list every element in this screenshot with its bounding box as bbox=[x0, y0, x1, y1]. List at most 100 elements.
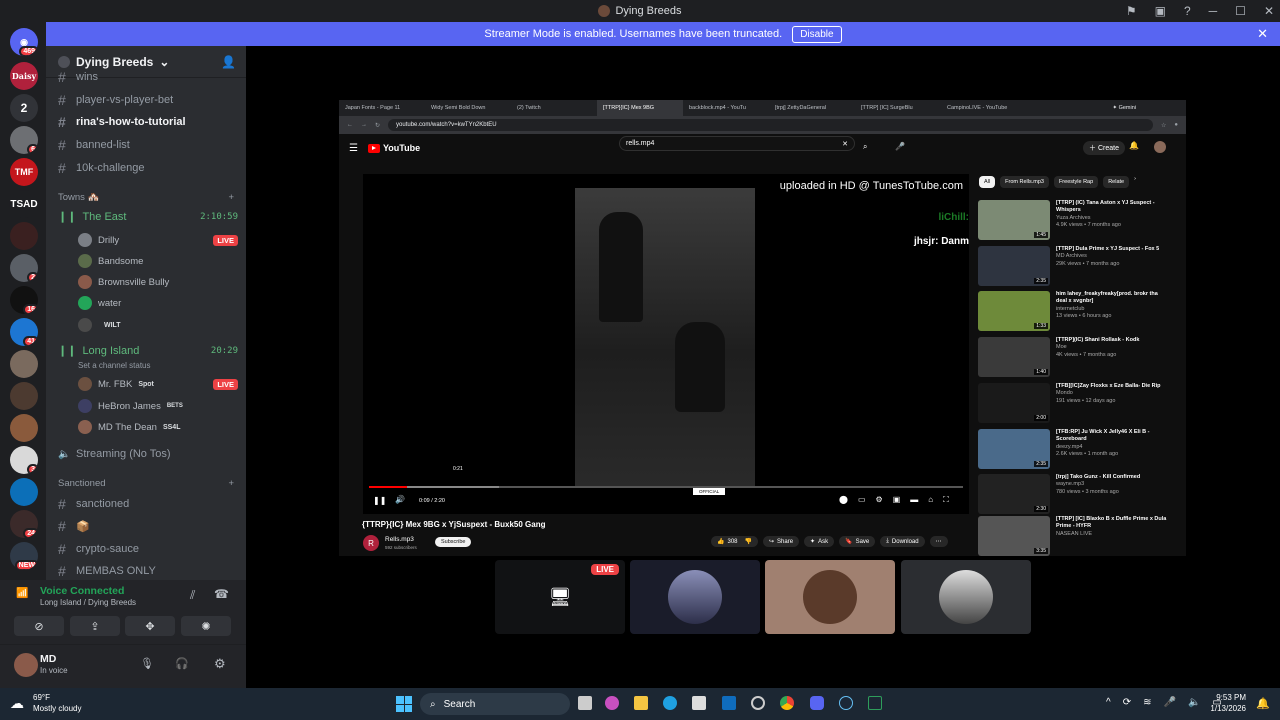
channel-wins[interactable]: # wins bbox=[58, 68, 238, 86]
notifications-icon[interactable]: 🔔 bbox=[1129, 141, 1139, 150]
server-icon[interactable]: 41 bbox=[10, 318, 38, 346]
thumbs-down-icon[interactable]: 👎 bbox=[745, 538, 752, 545]
channel-sanctioned[interactable]: # sanctioned bbox=[58, 495, 238, 513]
discord-icon[interactable] bbox=[810, 696, 824, 710]
chevron-right-icon[interactable]: › bbox=[1134, 176, 1136, 188]
reload-icon[interactable]: ↻ bbox=[375, 122, 380, 129]
chevron-up-icon[interactable]: ^ bbox=[1106, 697, 1111, 708]
server-icon[interactable] bbox=[10, 414, 38, 442]
streamed-browser-window[interactable]: Japan Fonts - Page 11 Widy Semi Bold Dow… bbox=[339, 100, 1186, 556]
share-screen-button[interactable]: ⇪ bbox=[70, 616, 120, 636]
chip-freestyle[interactable]: Freestyle Rap bbox=[1053, 176, 1099, 188]
more-actions-button[interactable]: ⋯ bbox=[929, 536, 948, 547]
browser-tab[interactable]: Widy Semi Bold Down bbox=[425, 100, 511, 116]
activities-button[interactable]: ✥ bbox=[125, 616, 175, 636]
miniplayer-icon[interactable]: ▣ bbox=[893, 495, 901, 505]
autoplay-toggle[interactable]: ⬤ bbox=[839, 495, 848, 505]
channel-avatar[interactable]: R bbox=[363, 535, 379, 551]
channel-package[interactable]: # 📦 bbox=[58, 517, 238, 535]
channel-banned-list[interactable]: # banned-list bbox=[58, 136, 238, 154]
close-banner-icon[interactable]: ✕ bbox=[1257, 26, 1268, 42]
pause-button[interactable]: ❚❚ bbox=[373, 496, 386, 505]
store-icon[interactable] bbox=[692, 696, 706, 710]
server-icon[interactable]: 24 bbox=[10, 510, 38, 538]
snipping-tool-icon[interactable] bbox=[751, 696, 765, 710]
download-button[interactable]: ⤓ Download bbox=[880, 536, 925, 547]
video-player[interactable]: uploaded in HD @ TunesToTube.com liChill… bbox=[363, 174, 969, 514]
notifications-icon[interactable]: 🔔 bbox=[1256, 697, 1270, 710]
server-icon[interactable]: 2 bbox=[10, 254, 38, 282]
gemini-button[interactable]: ✦ Gemini bbox=[1112, 105, 1136, 111]
inbox-icon[interactable]: ⚑ bbox=[1126, 4, 1137, 18]
like-button[interactable]: 👍 308 👎 bbox=[711, 536, 758, 547]
server-icon[interactable] bbox=[10, 350, 38, 378]
noise-suppression-icon[interactable]: ⫽ bbox=[190, 588, 195, 603]
terminal-icon[interactable] bbox=[868, 696, 882, 710]
start-button[interactable] bbox=[396, 696, 412, 712]
direct-messages-button[interactable]: ◉ 469 bbox=[10, 28, 38, 56]
clock-date[interactable]: 1/13/2026 bbox=[1200, 704, 1246, 713]
captions-icon[interactable]: ▭ bbox=[858, 495, 866, 505]
close-window-button[interactable]: ✕ bbox=[1264, 4, 1274, 18]
voice-user[interactable]: MD The Dean SS4L bbox=[78, 419, 238, 435]
chip-related[interactable]: Relate bbox=[1103, 176, 1130, 188]
server-icon[interactable]: 16 bbox=[10, 286, 38, 314]
volume-icon[interactable]: 🔊 bbox=[395, 495, 405, 504]
channel-name[interactable]: Rells.mp3 bbox=[385, 536, 414, 543]
voice-channel-long-island[interactable]: ❙❙ Long Island 20:29 bbox=[58, 344, 238, 358]
server-icon[interactable]: Daisy bbox=[10, 62, 38, 90]
stream-tile[interactable]: 🖥 LIVE bbox=[495, 560, 625, 634]
recommended-video[interactable]: 1:45 [TTRP] (IC) Tana Aston x YJ Suspect … bbox=[978, 200, 1168, 242]
settings-gear-icon[interactable]: ⚙ bbox=[214, 656, 226, 672]
maximize-button[interactable]: ☐ bbox=[1235, 4, 1246, 18]
headphones-icon[interactable]: 🎧 bbox=[175, 657, 189, 670]
avatar[interactable] bbox=[14, 653, 38, 677]
voice-user[interactable]: Brownsville Bully bbox=[78, 274, 238, 290]
server-icon[interactable]: NEW bbox=[10, 542, 38, 570]
browser-tab-active[interactable]: [TTRP]{IC} Mex 9BG bbox=[597, 100, 683, 116]
volume-icon[interactable]: 🔈 bbox=[1188, 697, 1200, 708]
forward-icon[interactable]: → bbox=[361, 122, 367, 128]
weather-icon[interactable]: ☁ bbox=[10, 695, 24, 712]
recommended-video[interactable]: 2:30 [trpj] Tako Gunz - Kill Confirmed way… bbox=[978, 474, 1168, 516]
microphone-icon[interactable]: 🎙 bbox=[140, 657, 154, 670]
server-icon[interactable] bbox=[10, 478, 38, 506]
avatar[interactable] bbox=[1154, 141, 1166, 153]
clear-icon[interactable]: ✕ bbox=[842, 140, 848, 148]
minimize-button[interactable]: ─ bbox=[1209, 4, 1218, 18]
taskbar-search[interactable]: ⌕ Search bbox=[420, 693, 570, 715]
cast-icon[interactable]: ⌂ bbox=[928, 495, 933, 505]
disconnect-icon[interactable]: ☎ bbox=[214, 587, 229, 601]
category-sanctioned[interactable]: Sanctioned + bbox=[58, 478, 234, 489]
disable-button[interactable]: Disable bbox=[792, 25, 842, 43]
settings-gear-icon[interactable]: ⚙ bbox=[876, 495, 883, 505]
server-icon[interactable]: 2 bbox=[10, 94, 38, 122]
user-name[interactable]: MD bbox=[40, 653, 56, 665]
participant-tile[interactable] bbox=[630, 560, 760, 634]
add-channel-icon[interactable]: + bbox=[228, 192, 234, 203]
add-channel-icon[interactable]: + bbox=[228, 478, 234, 489]
server-icon[interactable]: TMF bbox=[10, 158, 38, 186]
search-icon[interactable]: ⌕ bbox=[863, 142, 867, 152]
participant-tile[interactable] bbox=[765, 560, 895, 634]
server-icon[interactable]: TSAD bbox=[9, 190, 39, 218]
server-icon[interactable]: 6 bbox=[10, 126, 38, 154]
camera-off-button[interactable]: ⊘ bbox=[14, 616, 64, 636]
signal-icon[interactable]: 📶 bbox=[16, 588, 28, 599]
channel-rinas-how-to-tutorial[interactable]: # rina's-how-to-tutorial bbox=[58, 113, 238, 131]
channel-10k-challenge[interactable]: #10k-challenge bbox=[58, 159, 238, 177]
participant-tile[interactable] bbox=[901, 560, 1031, 634]
address-bar[interactable]: youtube.com/watch?v=kwTYn2KbtEU bbox=[388, 119, 1153, 131]
microphone-icon[interactable]: 🎤 bbox=[1163, 697, 1175, 708]
browser-tab[interactable]: [TTRP] [IC] SurgeBlu bbox=[855, 100, 941, 116]
profile-icon[interactable]: ● bbox=[1174, 122, 1178, 128]
voice-status[interactable]: Voice Connected bbox=[40, 585, 124, 597]
bookmark-icon[interactable]: ☆ bbox=[1161, 122, 1166, 129]
menu-icon[interactable]: ☰ bbox=[349, 143, 358, 154]
file-explorer-icon[interactable] bbox=[634, 696, 648, 710]
help-icon[interactable]: ? bbox=[1184, 4, 1191, 18]
back-icon[interactable]: ← bbox=[347, 122, 353, 128]
invite-icon[interactable]: 👤 bbox=[221, 55, 236, 69]
chip-all[interactable]: All bbox=[979, 176, 996, 188]
voice-channel-the-east[interactable]: ❙❙ The East 2:10:59 bbox=[58, 210, 238, 224]
